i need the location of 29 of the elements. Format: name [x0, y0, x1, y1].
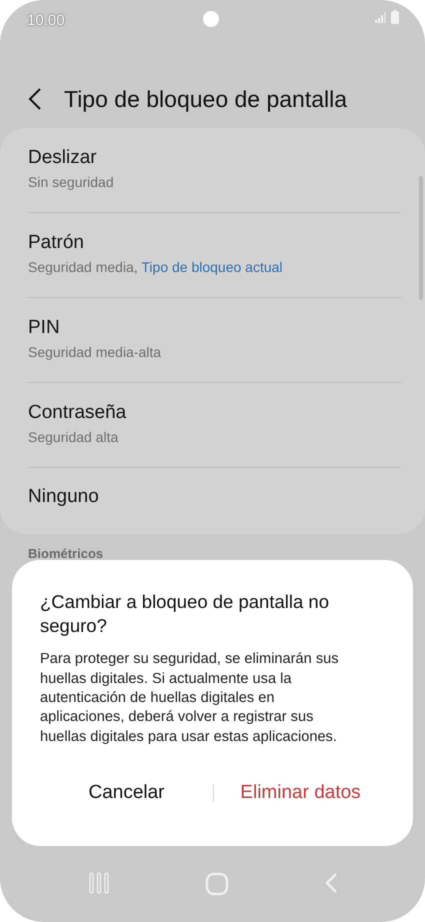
status-time: 10.00 [27, 11, 65, 31]
section-header: Biométricos [27, 545, 104, 563]
lock-option[interactable]: Ninguno [28, 468, 401, 534]
home-button[interactable] [204, 872, 228, 896]
lock-option[interactable]: Patrón Seguridad media, Tipo de bloqueo actual [28, 213, 401, 298]
option-subtitle: Seguridad media-alta [28, 343, 162, 362]
dialog-title: ¿Cambiar a bloqueo de pantalla no seguro? [40, 590, 330, 638]
option-title: Patrón [28, 232, 85, 254]
dialog-message: Para proteger su seguridad, se eliminarán sus huellas digitales. Si actualmente usa la autenticación de huellas digitales en aplicaciones, deberá volver a registrar sus huellas digitales para usar estas aplicaciones. [40, 650, 340, 747]
option-title: PIN [28, 316, 61, 340]
option-title: Contraseña [28, 402, 128, 424]
current-type-label: Tipo de bloqueo actual [141, 259, 283, 276]
back-nav-button[interactable] [324, 872, 338, 894]
delete-data-button[interactable]: Eliminar datos [214, 773, 387, 814]
option-subtitle: Seguridad media, Tipo de bloqueo actual [28, 258, 284, 278]
option-title: Ninguno [28, 486, 100, 509]
back-button[interactable] [28, 86, 42, 112]
screen-title: Tipo de bloqueo de pantalla [64, 84, 348, 114]
option-subtitle: Sin seguridad [28, 173, 115, 192]
camera-icon [203, 11, 219, 27]
signal-icon [375, 12, 387, 22]
lock-option[interactable]: Contraseña Seguridad alta [28, 383, 401, 468]
cancel-button[interactable]: Cancelar [40, 773, 213, 814]
option-subtitle: Seguridad alta [28, 428, 120, 448]
recent-apps-button[interactable] [88, 872, 110, 894]
battery-icon [391, 10, 399, 24]
lock-option[interactable]: PIN Seguridad media-alta [28, 298, 401, 383]
lock-option[interactable]: Deslizar Sin seguridad [28, 128, 401, 213]
option-title: Deslizar [28, 146, 98, 170]
